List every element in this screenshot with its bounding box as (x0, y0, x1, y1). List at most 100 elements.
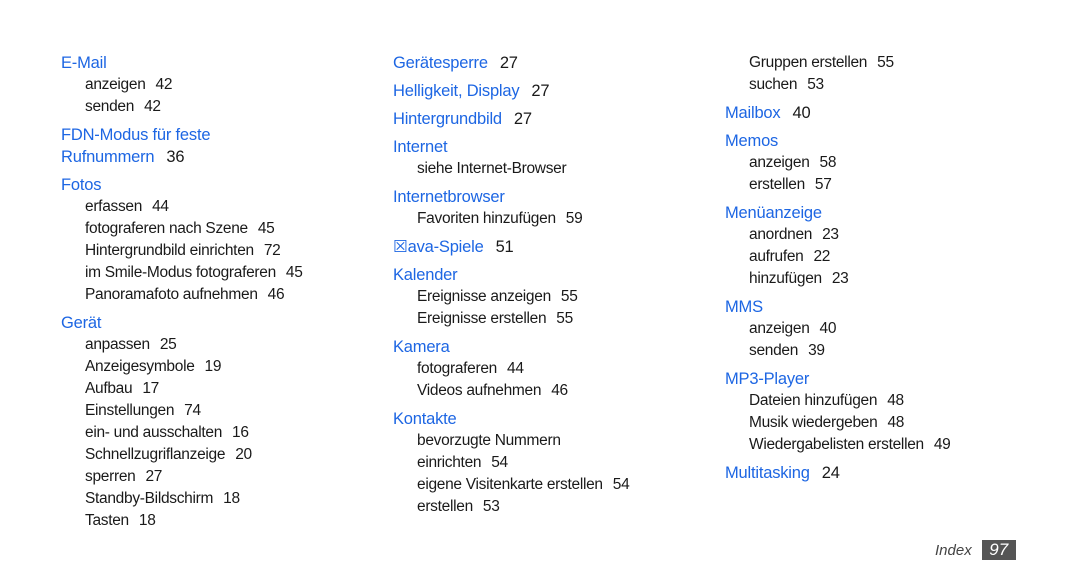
page-reference[interactable]: 27 (145, 468, 162, 485)
index-heading[interactable]: MMS (725, 296, 1025, 318)
index-subentry[interactable]: siehe Internet-Browser (393, 158, 693, 180)
index-heading[interactable]: Mailbox 40 (725, 102, 1025, 124)
page-reference[interactable]: 39 (808, 342, 825, 359)
page-reference[interactable]: 19 (205, 358, 222, 375)
index-subentry[interactable]: erstellen 53 (393, 496, 693, 518)
page-reference[interactable]: 57 (815, 176, 832, 193)
index-subentry[interactable]: erfassen 44 (61, 196, 381, 218)
index-subentry[interactable]: Standby-Bildschirm 18 (61, 488, 381, 510)
index-subentry[interactable]: sperren 27 (61, 466, 381, 488)
index-heading[interactable]: Kalender (393, 264, 693, 286)
page-reference[interactable]: 20 (235, 446, 252, 463)
index-subentry[interactable]: fotograferen nach Szene 45 (61, 218, 381, 240)
index-heading[interactable]: Gerät (61, 312, 381, 334)
index-subentry[interactable]: suchen 53 (725, 74, 1025, 96)
page-reference[interactable]: 53 (807, 76, 824, 93)
index-subentry[interactable]: einrichten 54 (393, 452, 693, 474)
index-subentry[interactable]: eigene Visitenkarte erstellen 54 (393, 474, 693, 496)
page-reference[interactable]: 49 (934, 436, 951, 453)
page-reference[interactable]: 54 (613, 476, 630, 493)
index-heading[interactable]: MP3-Player (725, 368, 1025, 390)
page-reference[interactable]: 27 (514, 110, 532, 128)
index-heading[interactable]: Menüanzeige (725, 202, 1025, 224)
index-subentry[interactable]: Favoriten hinzufügen 59 (393, 208, 693, 230)
index-heading[interactable]: Internet (393, 136, 693, 158)
index-subentry[interactable]: anzeigen 40 (725, 318, 1025, 340)
page-reference[interactable]: 59 (566, 210, 583, 227)
page-reference[interactable]: 23 (832, 270, 849, 287)
page-reference[interactable]: 45 (286, 264, 303, 281)
index-subentry[interactable]: anzeigen 42 (61, 74, 381, 96)
page-reference[interactable]: 27 (500, 54, 518, 72)
page-reference[interactable]: 16 (232, 424, 249, 441)
index-heading[interactable]: ☒ava-Spiele 51 (393, 236, 693, 258)
index-heading[interactable]: Memos (725, 130, 1025, 152)
index-heading[interactable]: Multitasking 24 (725, 462, 1025, 484)
index-subentry[interactable]: senden 39 (725, 340, 1025, 362)
page-reference[interactable]: 48 (887, 392, 904, 409)
page-reference[interactable]: 27 (531, 82, 549, 100)
index-subentry[interactable]: ein- und ausschalten 16 (61, 422, 381, 444)
index-subentry[interactable]: Wiedergabelisten erstellen 49 (725, 434, 1025, 456)
index-heading[interactable]: Hintergrundbild 27 (393, 108, 693, 130)
page-reference[interactable]: 72 (264, 242, 281, 259)
index-subentry[interactable]: erstellen 57 (725, 174, 1025, 196)
index-heading[interactable]: E-Mail (61, 52, 381, 74)
page-reference[interactable]: 55 (561, 288, 578, 305)
index-heading[interactable]: Gerätesperre 27 (393, 52, 693, 74)
index-heading[interactable]: Internetbrowser (393, 186, 693, 208)
index-subentry[interactable]: Ereignisse anzeigen 55 (393, 286, 693, 308)
index-subentry[interactable]: Gruppen erstellen 55 (725, 52, 1025, 74)
page-reference[interactable]: 22 (813, 248, 830, 265)
page-reference[interactable]: 25 (160, 336, 177, 353)
index-subentry[interactable]: Schnellzugriflanzeige 20 (61, 444, 381, 466)
index-subentry[interactable]: Panoramafoto aufnehmen 46 (61, 284, 381, 306)
index-heading[interactable]: Helligkeit, Display 27 (393, 80, 693, 102)
page-reference[interactable]: 17 (142, 380, 159, 397)
index-subentry[interactable]: hinzufügen 23 (725, 268, 1025, 290)
index-heading[interactable]: Kamera (393, 336, 693, 358)
index-subentry[interactable]: anpassen 25 (61, 334, 381, 356)
index-heading[interactable]: FDN-Modus für feste (61, 124, 381, 146)
index-subentry[interactable]: Videos aufnehmen 46 (393, 380, 693, 402)
index-subentry[interactable]: aufrufen 22 (725, 246, 1025, 268)
index-subentry[interactable]: Tasten 18 (61, 510, 381, 532)
page-reference[interactable]: 46 (551, 382, 568, 399)
page-reference[interactable]: 40 (792, 104, 810, 122)
page-reference[interactable]: 54 (491, 454, 508, 471)
page-reference[interactable]: 42 (156, 76, 173, 93)
page-reference[interactable]: 36 (166, 148, 184, 166)
page-reference[interactable]: 55 (556, 310, 573, 327)
page-reference[interactable]: 44 (152, 198, 169, 215)
index-heading[interactable]: Kontakte (393, 408, 693, 430)
index-subentry[interactable]: Aufbau 17 (61, 378, 381, 400)
index-subentry[interactable]: bevorzugte Nummern (393, 430, 693, 452)
page-reference[interactable]: 23 (822, 226, 839, 243)
index-subentry[interactable]: Einstellungen 74 (61, 400, 381, 422)
page-reference[interactable]: 55 (877, 54, 894, 71)
index-subentry[interactable]: anzeigen 58 (725, 152, 1025, 174)
page-reference[interactable]: 40 (820, 320, 837, 337)
index-subentry[interactable]: Musik wiedergeben 48 (725, 412, 1025, 434)
index-subentry[interactable]: senden 42 (61, 96, 381, 118)
page-reference[interactable]: 48 (887, 414, 904, 431)
index-subentry[interactable]: Hintergrundbild einrichten 72 (61, 240, 381, 262)
index-subentry[interactable]: Dateien hinzufügen 48 (725, 390, 1025, 412)
index-subentry[interactable]: Ereignisse erstellen 55 (393, 308, 693, 330)
page-reference[interactable]: 44 (507, 360, 524, 377)
index-heading[interactable]: Fotos (61, 174, 381, 196)
page-reference[interactable]: 74 (184, 402, 201, 419)
page-reference[interactable]: 53 (483, 498, 500, 515)
page-reference[interactable]: 46 (268, 286, 285, 303)
page-reference[interactable]: 42 (144, 98, 161, 115)
page-reference[interactable]: 58 (820, 154, 837, 171)
page-reference[interactable]: 24 (822, 464, 840, 482)
index-subentry[interactable]: Anzeigesymbole 19 (61, 356, 381, 378)
index-heading-continued[interactable]: Rufnummern 36 (61, 146, 381, 168)
page-reference[interactable]: 45 (258, 220, 275, 237)
index-subentry[interactable]: fotograferen 44 (393, 358, 693, 380)
index-subentry[interactable]: im Smile-Modus fotograferen 45 (61, 262, 381, 284)
index-subentry[interactable]: anordnen 23 (725, 224, 1025, 246)
page-reference[interactable]: 51 (496, 238, 514, 256)
page-reference[interactable]: 18 (139, 512, 156, 529)
